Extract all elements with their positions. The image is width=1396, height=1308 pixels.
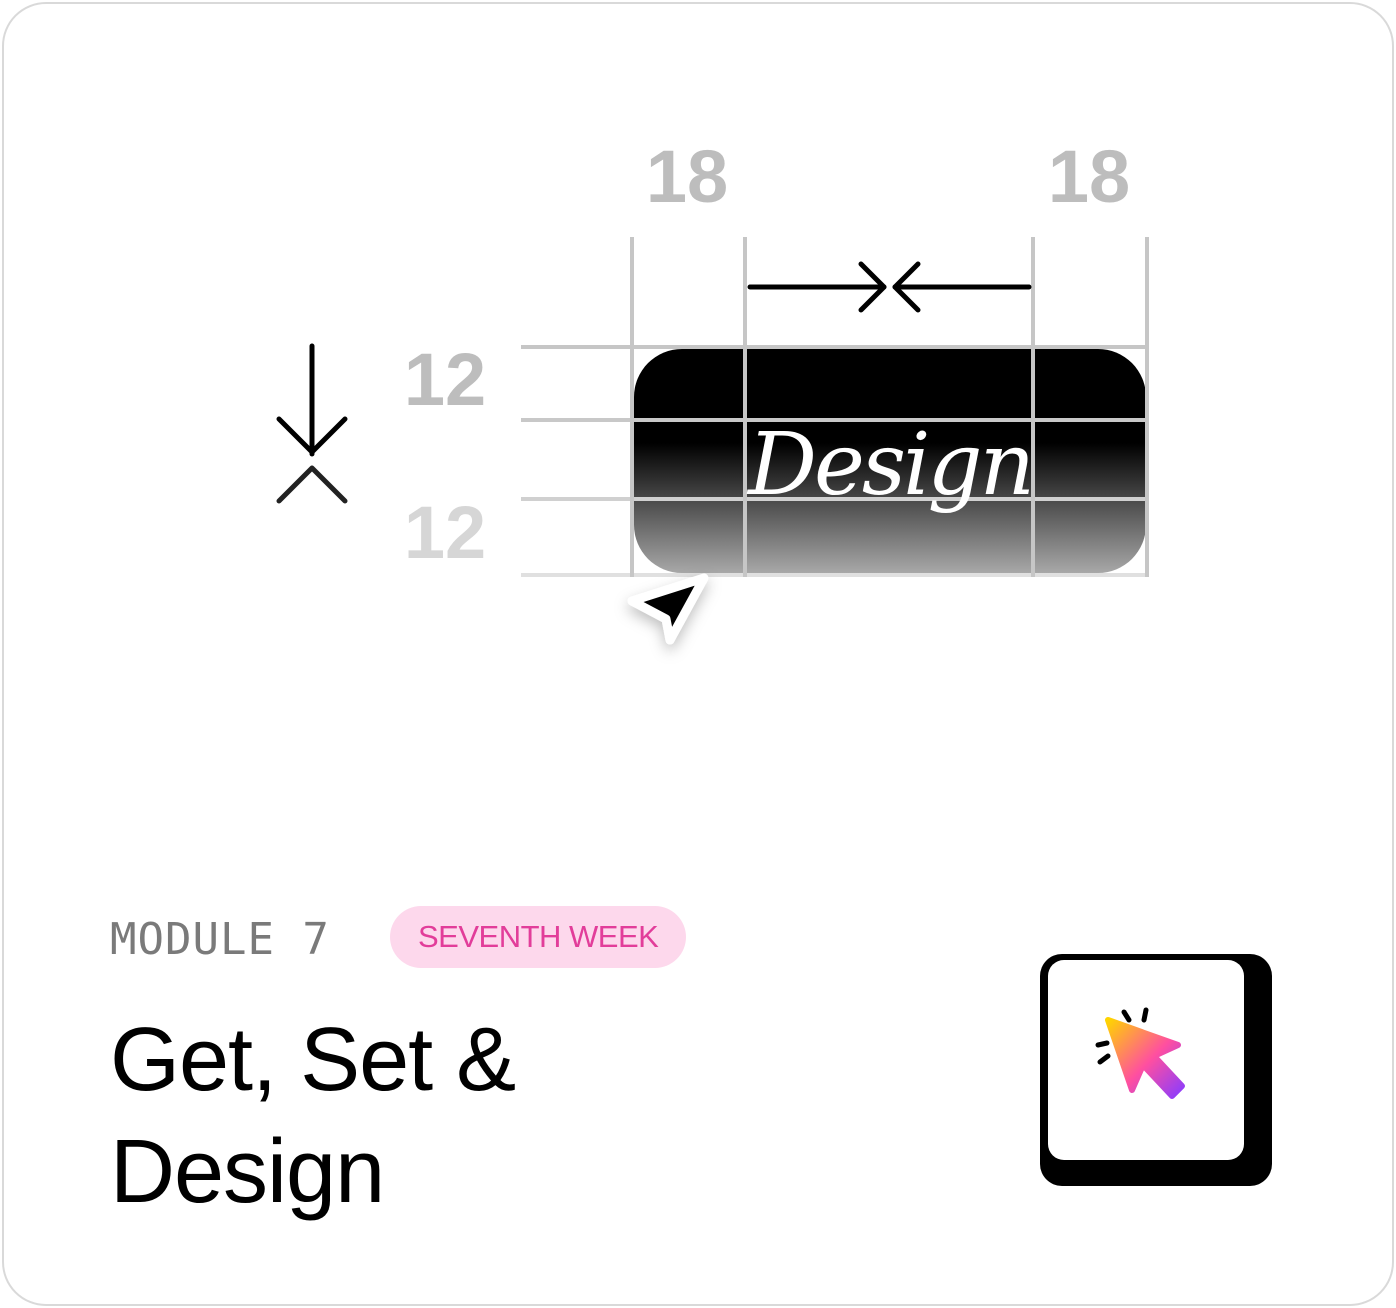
week-badge: SEVENTH WEEK: [390, 906, 687, 968]
keycap-button[interactable]: [1036, 950, 1276, 1190]
spacing-bottom-number: 12: [404, 491, 486, 574]
horizontal-converge-arrows-icon: [747, 261, 1032, 313]
module-label: MODULE 7: [110, 914, 330, 965]
module-card[interactable]: Design 18 18 12 12 MODULE 7 SEVENTH WEEK…: [2, 2, 1394, 1306]
module-title: Get, Set & Design: [110, 1004, 710, 1228]
module-title-line-1: Get, Set &: [110, 1010, 516, 1110]
vertical-converge-arrows-icon: [276, 343, 348, 579]
spacing-right-number: 18: [1048, 135, 1130, 218]
design-button-label: Design: [746, 415, 1032, 515]
spacing-left-number: 18: [646, 135, 728, 218]
spacing-illustration: Design 18 18 12 12: [276, 135, 1149, 645]
arrow-cursor-icon: [627, 573, 709, 645]
module-title-line-2: Design: [110, 1122, 385, 1222]
spacing-top-number: 12: [404, 338, 486, 421]
